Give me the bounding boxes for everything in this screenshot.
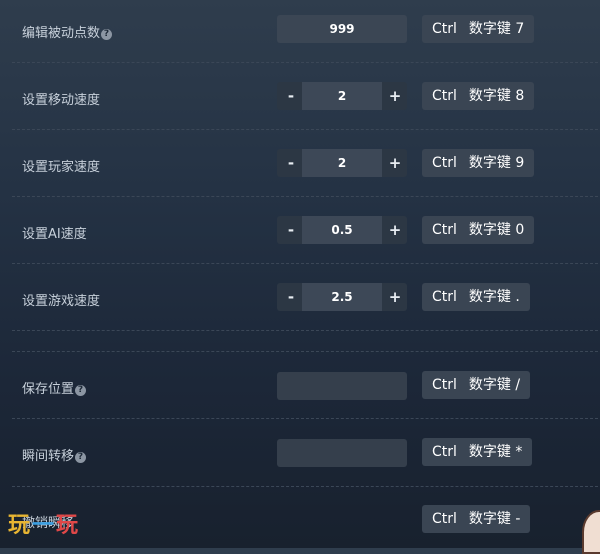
watermark-part: 一 — [32, 513, 57, 538]
increment-button[interactable]: + — [383, 149, 407, 177]
label-ai-speed: 设置AI速度 — [22, 227, 87, 242]
label-save-position: 保存位置? — [22, 378, 87, 397]
help-icon[interactable]: ? — [75, 452, 87, 463]
save-position-input[interactable] — [277, 372, 407, 400]
divider — [12, 62, 598, 63]
label-player-speed: 设置玩家速度 — [22, 160, 101, 175]
ai-speed-input[interactable]: 0.5 — [302, 216, 382, 244]
teleport-input[interactable] — [277, 439, 407, 467]
hotkey-key: 数字键 / — [468, 377, 521, 393]
divider — [12, 263, 598, 264]
hotkey-key: 数字键 * — [468, 444, 523, 460]
player-speed-input[interactable]: 2 — [302, 149, 382, 177]
divider — [12, 129, 598, 130]
divider — [12, 330, 598, 331]
help-icon[interactable]: ? — [101, 29, 113, 40]
increment-button[interactable]: + — [383, 283, 407, 311]
hotkey-ctrl: Ctrl — [432, 222, 457, 238]
game-speed-stepper: - 2.5 + — [277, 283, 407, 311]
hotkey-button-move-speed[interactable]: Ctrl 数字键 8 — [422, 82, 535, 110]
label-teleport: 瞬间转移? — [22, 445, 87, 464]
hotkey-ctrl: Ctrl — [432, 511, 457, 527]
label-text: 保存位置 — [22, 382, 75, 397]
hotkey-ctrl: Ctrl — [432, 444, 457, 460]
divider — [12, 418, 598, 419]
help-icon[interactable]: ? — [75, 385, 87, 396]
hotkey-button-ai-speed[interactable]: Ctrl 数字键 0 — [422, 216, 535, 244]
ai-speed-stepper: - 0.5 + — [277, 216, 407, 244]
divider — [12, 196, 598, 197]
hotkey-button-teleport[interactable]: Ctrl 数字键 * — [422, 438, 533, 466]
divider — [12, 486, 598, 487]
label-text: 编辑被动点数 — [22, 26, 101, 41]
decrement-button[interactable]: - — [279, 283, 303, 311]
passive-points-input[interactable]: 999 — [277, 15, 407, 43]
label-text: 瞬间转移 — [22, 449, 75, 464]
increment-button[interactable]: + — [383, 82, 407, 110]
label-edit-passive-points: 编辑被动点数? — [22, 22, 113, 41]
player-speed-stepper: - 2 + — [277, 149, 407, 177]
watermark-part: 玩 — [8, 513, 33, 538]
decrement-button[interactable]: - — [279, 216, 303, 244]
move-speed-stepper: - 2 + — [277, 82, 407, 110]
watermark-logo: 玩一玩 — [8, 507, 80, 539]
hotkey-button-game-speed[interactable]: Ctrl 数字键 . — [422, 283, 530, 311]
hotkey-ctrl: Ctrl — [432, 155, 457, 171]
decrement-button[interactable]: - — [279, 149, 303, 177]
hotkey-key: 数字键 - — [468, 511, 521, 527]
hotkey-key: 数字键 0 — [468, 222, 525, 238]
hotkey-ctrl: Ctrl — [432, 289, 457, 305]
mascot-corner-image — [582, 510, 600, 554]
decrement-button[interactable]: - — [279, 82, 303, 110]
hotkey-key: 数字键 7 — [468, 21, 525, 37]
hotkey-button-save-position[interactable]: Ctrl 数字键 / — [422, 371, 531, 399]
hotkey-key: 数字键 9 — [468, 155, 525, 171]
watermark-part: 玩 — [56, 513, 81, 538]
hotkey-button-edit-passive-points[interactable]: Ctrl 数字键 7 — [422, 15, 535, 43]
hotkey-ctrl: Ctrl — [432, 377, 457, 393]
hotkey-key: 数字键 8 — [468, 88, 525, 104]
label-move-speed: 设置移动速度 — [22, 93, 101, 108]
increment-button[interactable]: + — [383, 216, 407, 244]
divider — [12, 351, 598, 352]
hotkey-button-undo-teleport[interactable]: Ctrl 数字键 - — [422, 505, 531, 533]
hotkey-ctrl: Ctrl — [432, 88, 457, 104]
hotkey-key: 数字键 . — [468, 289, 520, 305]
hotkey-ctrl: Ctrl — [432, 21, 457, 37]
game-speed-input[interactable]: 2.5 — [302, 283, 382, 311]
move-speed-input[interactable]: 2 — [302, 82, 382, 110]
hotkey-button-player-speed[interactable]: Ctrl 数字键 9 — [422, 149, 535, 177]
label-game-speed: 设置游戏速度 — [22, 294, 101, 309]
